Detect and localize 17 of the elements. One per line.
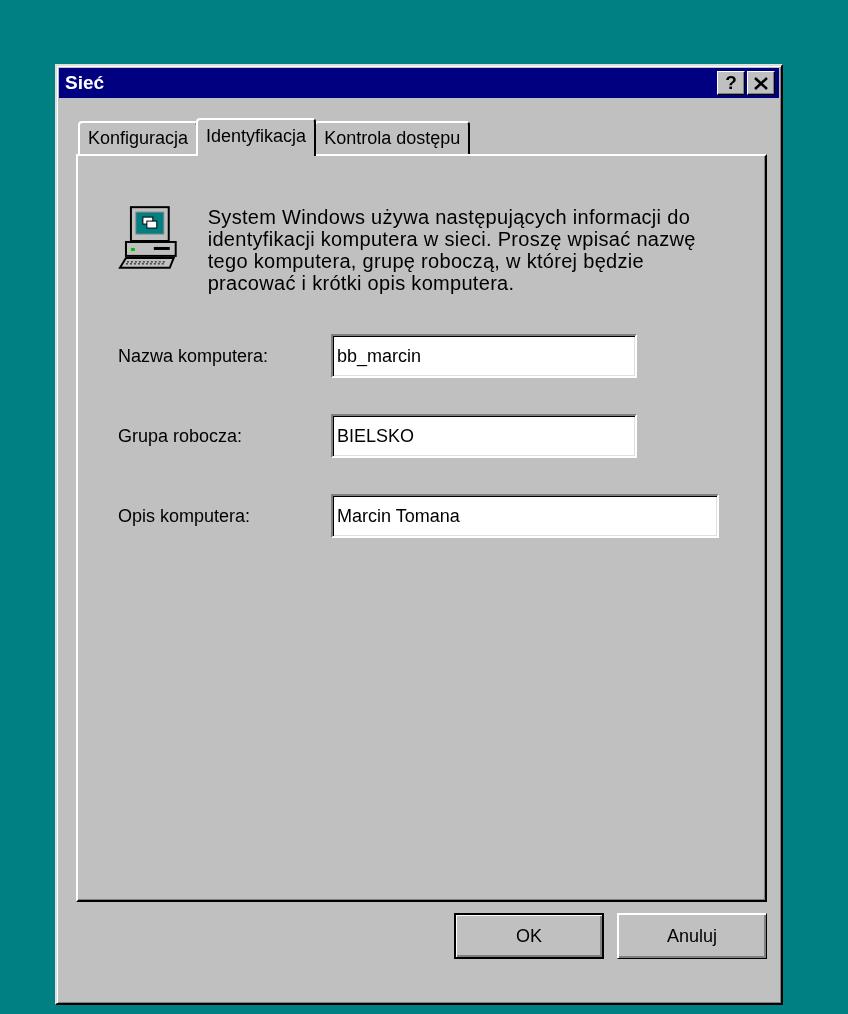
- text-field[interactable]: Marcin Tomana: [331, 494, 719, 538]
- tab[interactable]: Konfiguracja: [78, 121, 199, 154]
- description-text: System Windows używa następujących informacji do identyfikacji komputera w sieci. Proszę wpisać nazwę tego komputera, grupę roboczą, w której będzie pracować i krótki opis komputera.: [207, 206, 697, 294]
- tab[interactable]: Identyfikacja: [196, 118, 317, 156]
- field-label: Grupa robocza:: [118, 425, 244, 447]
- computer-icon: [118, 206, 180, 272]
- close-icon: [754, 76, 768, 90]
- close-button[interactable]: [747, 71, 775, 95]
- ok-button[interactable]: OK: [454, 913, 604, 959]
- tab[interactable]: Kontrola dostępu: [314, 121, 471, 154]
- field-label: Nazwa komputera:: [118, 345, 270, 367]
- help-button[interactable]: ?: [717, 71, 745, 95]
- text-field[interactable]: BIELSKO: [331, 414, 637, 458]
- text-field[interactable]: bb_marcin: [331, 334, 637, 378]
- window-title: Sieć: [65, 72, 105, 94]
- cancel-button[interactable]: Anuluj: [617, 913, 767, 959]
- field-label: Opis komputera:: [118, 505, 252, 527]
